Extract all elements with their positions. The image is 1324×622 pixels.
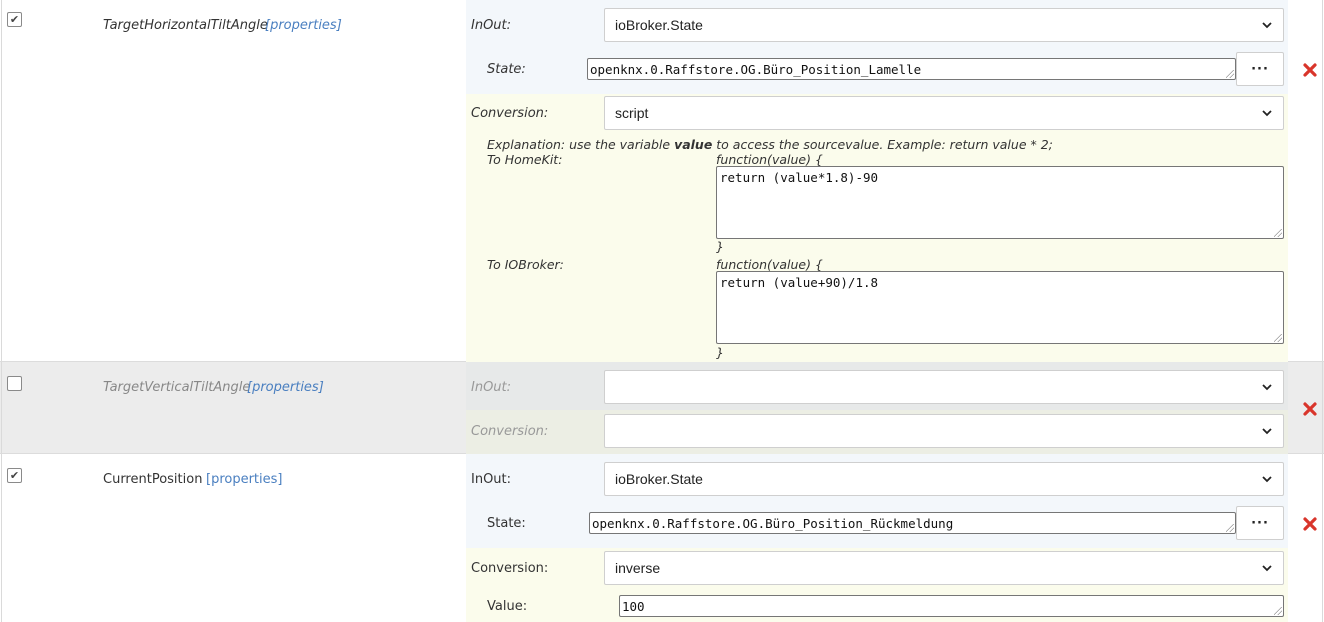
to-iobroker-code-editor[interactable]: return (value+90)/1.8 — [716, 271, 1284, 344]
to-iobroker-function-footer: } — [716, 345, 724, 360]
delete-icon[interactable] — [1302, 401, 1318, 417]
characteristic-row-target-horizontal-tilt-angle: ✔ TargetHorizontalTiltAngle [properties]… — [0, 0, 1324, 362]
inout-select[interactable]: ioBroker.State — [604, 462, 1284, 496]
inout-select[interactable]: ioBroker.State — [604, 8, 1284, 42]
chevron-down-icon — [1262, 565, 1272, 572]
state-input-value: openknx.0.Raffstore.OG.Büro_Position_Lam… — [590, 62, 922, 77]
state-panel: State: openknx.0.Raffstore.OG.Büro_Posit… — [466, 48, 1288, 94]
to-homekit-function-footer: } — [716, 239, 724, 254]
enable-checkbox[interactable]: ✔ — [7, 468, 22, 483]
conversion-select[interactable] — [604, 414, 1284, 448]
chevron-down-icon — [1262, 110, 1272, 117]
to-iobroker-code: return (value+90)/1.8 — [720, 275, 879, 290]
characteristic-row-target-vertical-tilt-angle: TargetVerticalTiltAngle [properties] InO… — [0, 362, 1324, 454]
resize-grip-icon[interactable] — [1274, 334, 1282, 342]
conversion-panel: Conversion: — [466, 410, 1288, 454]
conversion-selected-value: script — [615, 105, 649, 121]
inout-selected-value: ioBroker.State — [615, 471, 703, 487]
inout-label: InOut: — [471, 18, 512, 33]
conversion-label: Conversion: — [471, 424, 549, 439]
delete-icon[interactable] — [1302, 516, 1318, 532]
delete-icon[interactable] — [1302, 62, 1318, 78]
value-input-value: 100 — [622, 599, 645, 614]
browse-state-button[interactable]: ··· — [1236, 52, 1284, 86]
to-homekit-function-header: function(value) { — [716, 152, 823, 167]
state-input-value: openknx.0.Raffstore.OG.Büro_Position_Rüc… — [592, 516, 954, 531]
state-label: State: — [487, 516, 526, 531]
state-input[interactable]: openknx.0.Raffstore.OG.Büro_Position_Lam… — [587, 58, 1236, 80]
properties-link[interactable]: [properties] — [265, 18, 342, 33]
inout-label: InOut: — [471, 472, 512, 487]
state-panel: State: openknx.0.Raffstore.OG.Büro_Posit… — [466, 502, 1288, 548]
properties-link[interactable]: [properties] — [206, 472, 282, 487]
conversion-select[interactable]: script — [604, 96, 1284, 130]
conversion-panel: Conversion: script Explanation: use the … — [466, 94, 1288, 362]
conversion-select[interactable]: inverse — [604, 551, 1284, 585]
resize-grip-icon[interactable] — [1226, 524, 1234, 532]
checkmark-icon: ✔ — [9, 13, 20, 26]
chevron-down-icon — [1262, 428, 1272, 435]
state-label: State: — [487, 62, 526, 77]
enable-checkbox[interactable] — [7, 376, 22, 391]
inout-select[interactable] — [604, 370, 1284, 404]
inout-panel: InOut: ioBroker.State — [466, 0, 1288, 48]
to-iobroker-function-header: function(value) { — [716, 257, 823, 272]
explanation-text: Explanation: use the variable value to a… — [487, 137, 1053, 152]
chevron-down-icon — [1262, 22, 1272, 29]
checkmark-icon: ✔ — [9, 469, 20, 482]
explanation-keyword: value — [674, 137, 713, 152]
inout-selected-value: ioBroker.State — [615, 17, 703, 33]
to-homekit-code: return (value*1.8)-90 — [720, 170, 879, 185]
chevron-down-icon — [1262, 476, 1272, 483]
to-homekit-label: To HomeKit: — [487, 152, 563, 167]
resize-grip-icon[interactable] — [1226, 70, 1234, 78]
characteristic-name: TargetVerticalTiltAngle — [103, 380, 251, 395]
resize-grip-icon[interactable] — [1274, 607, 1282, 615]
enable-checkbox[interactable]: ✔ — [7, 12, 22, 27]
to-homekit-code-editor[interactable]: return (value*1.8)-90 — [716, 166, 1284, 239]
characteristic-name: TargetHorizontalTiltAngle — [103, 18, 268, 33]
resize-grip-icon[interactable] — [1274, 229, 1282, 237]
inout-panel: InOut: ioBroker.State — [466, 454, 1288, 502]
to-iobroker-label: To IOBroker: — [487, 257, 564, 272]
inout-panel: InOut: — [466, 362, 1288, 410]
characteristic-name: CurrentPosition — [103, 472, 203, 487]
conversion-panel: Conversion: inverse Value: 100 — [466, 548, 1288, 622]
conversion-label: Conversion: — [471, 106, 549, 121]
chevron-down-icon — [1262, 384, 1272, 391]
conversion-label: Conversion: — [471, 561, 549, 576]
browse-state-button[interactable]: ··· — [1236, 506, 1284, 540]
inout-label: InOut: — [471, 380, 512, 395]
value-input[interactable]: 100 — [619, 595, 1284, 617]
characteristic-row-current-position: ✔ CurrentPosition [properties] InOut: io… — [0, 454, 1324, 622]
value-label: Value: — [487, 599, 528, 614]
conversion-selected-value: inverse — [615, 560, 661, 576]
state-input[interactable]: openknx.0.Raffstore.OG.Büro_Position_Rüc… — [589, 512, 1236, 534]
properties-link[interactable]: [properties] — [247, 380, 324, 395]
